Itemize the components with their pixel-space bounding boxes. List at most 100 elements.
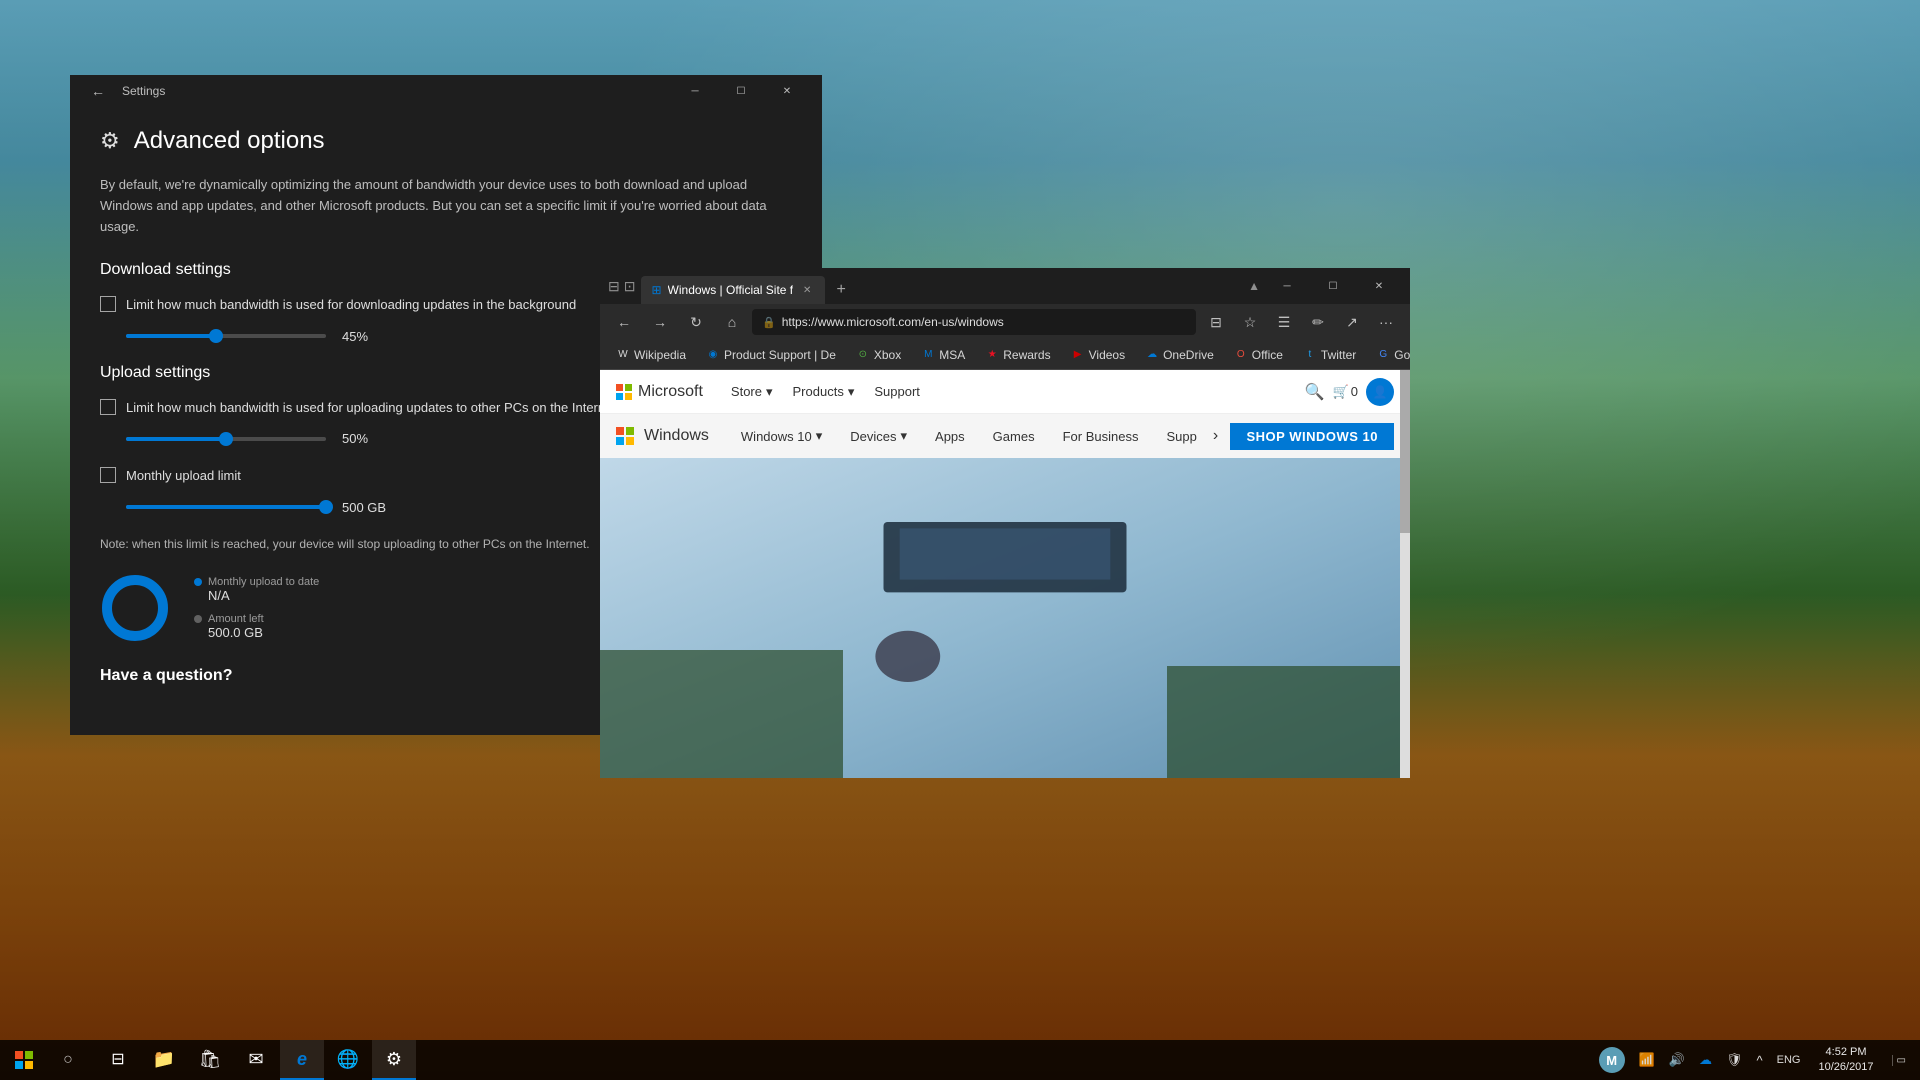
cortana-button[interactable]: ○ [48, 1040, 88, 1080]
taskbar-file-explorer[interactable]: 📁 [142, 1040, 186, 1080]
start-button[interactable] [0, 1040, 48, 1080]
ms-nav-products[interactable]: Products ▾ [785, 380, 863, 404]
edge-icon: e [297, 1049, 307, 1070]
back-nav-button[interactable]: ← [608, 307, 640, 337]
tab-close-button[interactable]: ✕ [799, 282, 815, 298]
tab-sync-button[interactable]: ⊡ [624, 278, 636, 295]
win-nav-forbusiness[interactable]: For Business [1051, 425, 1151, 448]
bookmark-product-support[interactable]: ◉ Product Support | De [698, 346, 844, 364]
download-slider-track[interactable] [126, 334, 326, 338]
refresh-button[interactable]: ↻ [680, 307, 712, 337]
user-avatar[interactable]: 👤 [1366, 378, 1394, 406]
annotation-button[interactable]: ✏ [1302, 307, 1334, 337]
active-tab[interactable]: ⊞ Windows | Official Site f ✕ [641, 276, 825, 304]
bookmark-videos[interactable]: ▶ Videos [1063, 346, 1133, 364]
bookmark-rewards[interactable]: ★ Rewards [977, 346, 1058, 364]
network-icon: 📶 [1639, 1052, 1655, 1068]
show-desktop-button[interactable]: ▭ [1886, 1040, 1912, 1080]
language-bar[interactable]: ENG [1771, 1040, 1807, 1080]
reading-view-button[interactable]: ⊟ [1200, 307, 1232, 337]
desktop: ← Settings ─ ☐ ✕ ⚙ Advanced options By d… [0, 0, 1920, 1080]
bookmark-google[interactable]: G Google [1368, 346, 1410, 364]
lock-icon: 🔒 [762, 316, 776, 329]
browser-minimize-button[interactable]: ─ [1264, 270, 1310, 302]
browser-close-button[interactable]: ✕ [1356, 270, 1402, 302]
back-button[interactable]: ← [82, 75, 114, 107]
share-button[interactable]: ↗ [1336, 307, 1368, 337]
win-nav-apps[interactable]: Apps [923, 425, 977, 448]
browser-scrollbar[interactable] [1400, 370, 1410, 778]
security-tray[interactable]: 🛡 [1720, 1040, 1749, 1080]
taskbar-settings-app[interactable]: ⚙ [372, 1040, 416, 1080]
chevron-down-icon-4: ▾ [901, 428, 908, 444]
taskbar-edge[interactable]: e [280, 1040, 324, 1080]
download-slider-value: 45% [342, 329, 368, 344]
minimize-button[interactable]: ─ [672, 75, 718, 107]
chevron-tray[interactable]: ^ [1751, 1040, 1769, 1080]
win-nav-support[interactable]: Supp [1154, 425, 1208, 448]
taskbar-store[interactable]: 🛍 [188, 1040, 232, 1080]
start-icon [15, 1051, 33, 1069]
win-nav-games[interactable]: Games [981, 425, 1047, 448]
close-button[interactable]: ✕ [764, 75, 810, 107]
system-clock[interactable]: 4:52 PM 10/26/2017 [1808, 1040, 1883, 1080]
browser-maximize-button[interactable]: ☐ [1310, 270, 1356, 302]
browser-titlebar: ⊟ ⊡ ⊞ Windows | Official Site f ✕ + ▲ ─ … [600, 268, 1410, 304]
microsoft-logo[interactable]: Microsoft [616, 383, 703, 401]
bookmark-msa[interactable]: M MSA [913, 346, 973, 364]
volume-control[interactable]: 🔊 [1663, 1040, 1691, 1080]
xbox-favicon: ⊙ [856, 348, 870, 362]
bookmark-wikipedia[interactable]: W Wikipedia [608, 346, 694, 364]
tab-chevron[interactable]: ▲ [1244, 279, 1264, 293]
bookmark-onedrive[interactable]: ☁ OneDrive [1137, 346, 1222, 364]
scrollbar-thumb[interactable] [1400, 370, 1410, 533]
favorites-button[interactable]: ☆ [1234, 307, 1266, 337]
upload-checkbox[interactable] [100, 399, 116, 415]
home-button[interactable]: ⌂ [716, 307, 748, 337]
bookmark-xbox[interactable]: ⊙ Xbox [848, 346, 909, 364]
onedrive-tray[interactable]: ☁ [1693, 1040, 1718, 1080]
forward-nav-button[interactable]: → [644, 307, 676, 337]
win-nav-devices[interactable]: Devices ▾ [838, 424, 919, 448]
bookmark-twitter[interactable]: t Twitter [1295, 346, 1364, 364]
upload-checkbox-label: Limit how much bandwidth is used for upl… [126, 398, 616, 418]
browser-window: ⊟ ⊡ ⊞ Windows | Official Site f ✕ + ▲ ─ … [600, 268, 1410, 778]
windows-logo[interactable]: Windows [616, 427, 709, 445]
ms-nav-support[interactable]: Support [866, 380, 928, 403]
download-slider-thumb[interactable] [209, 329, 223, 343]
monthly-slider-track[interactable] [126, 505, 326, 509]
taskbar-task-view[interactable]: ⊟ [96, 1040, 140, 1080]
volume-icon: 🔊 [1669, 1052, 1685, 1068]
download-checkbox[interactable] [100, 296, 116, 312]
cart-button[interactable]: 🛒 0 [1333, 384, 1358, 400]
bookmark-office-label: Office [1252, 348, 1283, 362]
taskbar-avatar[interactable]: M [1593, 1040, 1631, 1080]
new-tab-button[interactable]: + [827, 276, 855, 304]
chevron-down-icon-2: ▾ [848, 384, 855, 400]
taskbar-mail[interactable]: ✉ [234, 1040, 278, 1080]
monthly-slider-fill [126, 505, 326, 509]
google-favicon: G [1376, 348, 1390, 362]
monthly-upload-stat: Monthly upload to date N/A [194, 576, 319, 603]
upload-slider-value: 50% [342, 431, 368, 446]
bookmark-wikipedia-label: Wikipedia [634, 348, 686, 362]
upload-slider-thumb[interactable] [219, 432, 233, 446]
hub-button[interactable]: ☰ [1268, 307, 1300, 337]
more-button[interactable]: ··· [1370, 307, 1402, 337]
upload-slider-track[interactable] [126, 437, 326, 441]
monthly-slider-thumb[interactable] [319, 500, 333, 514]
address-bar[interactable]: 🔒 https://www.microsoft.com/en-us/window… [752, 309, 1196, 335]
tab-list-button[interactable]: ⊟ [608, 278, 620, 295]
ms-logo-red [616, 384, 623, 391]
win-nav-windows10[interactable]: Windows 10 ▾ [729, 424, 834, 448]
taskbar-chrome[interactable]: 🌐 [326, 1040, 370, 1080]
twitter-favicon: t [1303, 348, 1317, 362]
more-nav-icon[interactable]: › [1213, 427, 1218, 445]
search-icon[interactable]: 🔍 [1305, 382, 1325, 402]
maximize-button[interactable]: ☐ [718, 75, 764, 107]
ms-nav-store[interactable]: Store ▾ [723, 380, 781, 404]
bookmark-office[interactable]: O Office [1226, 346, 1291, 364]
monthly-checkbox[interactable] [100, 467, 116, 483]
network-status[interactable]: 📶 [1633, 1040, 1661, 1080]
shop-windows-button[interactable]: SHOP WINDOWS 10 [1230, 423, 1394, 450]
